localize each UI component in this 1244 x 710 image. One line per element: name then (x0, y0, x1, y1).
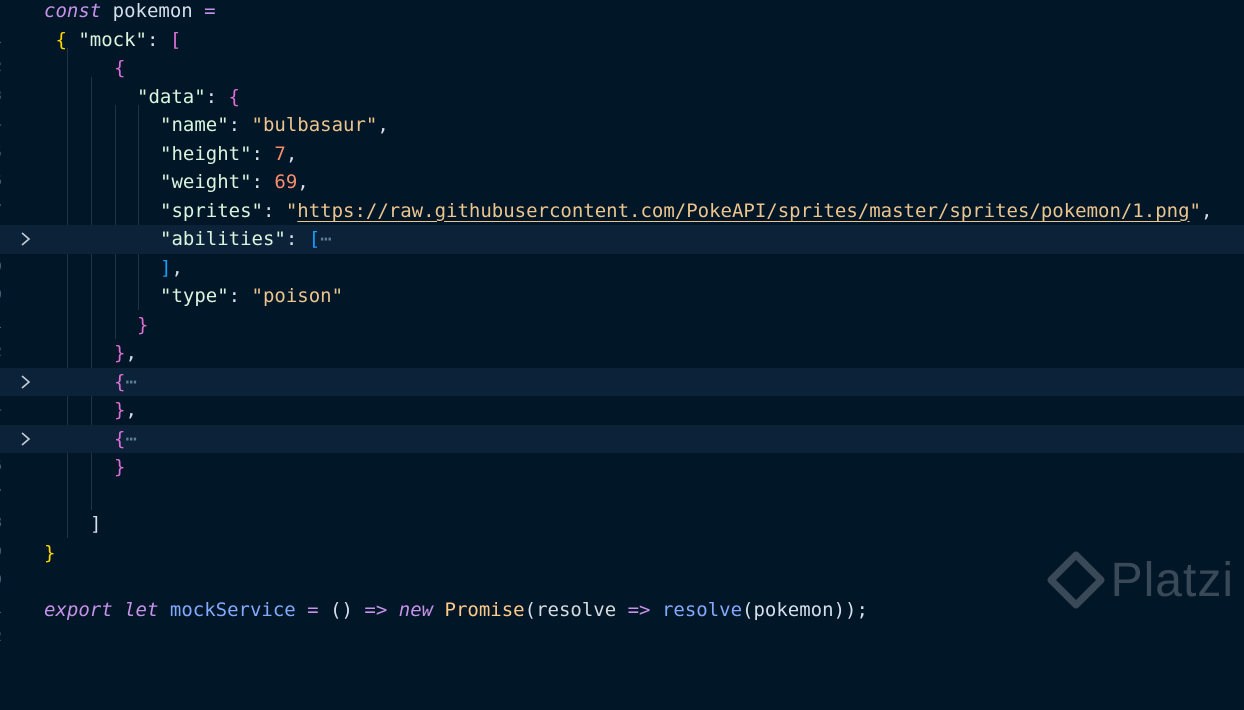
punctuation: )); (833, 598, 868, 621)
code-line[interactable]: 6 "height": 7, (0, 140, 1244, 190)
code-line-folded[interactable]: 6 {⋯ (0, 424, 1244, 474)
punctuation: , (377, 114, 389, 136)
punctuation: : (146, 28, 170, 51)
punctuation: , (297, 171, 309, 193)
keyword-const: const (44, 0, 102, 22)
code-line[interactable]: 3 }, (0, 339, 1244, 389)
number-value: 7 (274, 142, 286, 165)
operator: = (307, 598, 319, 621)
punctuation: , (125, 399, 137, 421)
code-line[interactable]: 8 (0, 482, 1244, 531)
punctuation: : (251, 171, 275, 193)
punctuation: : (228, 285, 252, 307)
string-quote: " (285, 199, 298, 222)
code-line[interactable]: 4 "data": { (0, 83, 1244, 133)
brace: } (137, 313, 149, 336)
chevron-right-icon[interactable] (16, 230, 34, 248)
punctuation: , (1201, 199, 1213, 222)
parens: () (330, 598, 353, 621)
code-line[interactable]: 3 { (0, 54, 1244, 104)
arrow-operator: => (627, 598, 651, 621)
line-number: 2 (0, 624, 6, 653)
json-key: "name" (160, 114, 229, 136)
punctuation: : (285, 228, 309, 250)
code-line[interactable]: 2 { "mock": [ (0, 26, 1244, 76)
platzi-logo-icon (1047, 551, 1105, 609)
brace: } (44, 541, 56, 564)
punctuation: : (251, 142, 275, 165)
variable-name: mockService (169, 598, 296, 621)
number-value: 69 (274, 171, 298, 193)
keyword-export: export (44, 598, 113, 621)
chevron-right-icon[interactable] (16, 373, 34, 391)
folded-ellipsis[interactable]: ⋯ (320, 228, 331, 250)
class-name: Promise (444, 598, 525, 621)
code-line[interactable]: 5 }, (0, 396, 1244, 446)
code-line[interactable]: 1 const pokemon = (0, 0, 1244, 47)
punctuation: ( (742, 598, 754, 621)
json-key: "weight" (160, 171, 252, 193)
punctuation: : (262, 199, 286, 222)
brace: { (228, 85, 240, 108)
keyword-new: new (398, 598, 434, 621)
json-key: "type" (160, 285, 229, 307)
string-value: "poison" (251, 285, 344, 307)
bracket: [ (308, 228, 321, 250)
bracket: ] (90, 513, 102, 535)
brace: { (44, 28, 67, 51)
chevron-right-icon[interactable] (16, 430, 34, 448)
punctuation: ( (524, 598, 537, 621)
code-line[interactable]: 7 "weight": 69, (0, 168, 1244, 218)
parameter: resolve (536, 598, 617, 621)
code-line[interactable]: 1 "type": "poison" (0, 282, 1244, 332)
code-line[interactable]: 8 "sprites": "https://raw.githubusercont… (0, 197, 1244, 247)
operator: = (204, 0, 216, 22)
url-link[interactable]: https://raw.githubusercontent.com/PokeAP… (297, 200, 1189, 222)
bracket: ] (160, 256, 172, 279)
punctuation: , (171, 256, 183, 279)
code-line[interactable]: 9 ] (0, 510, 1244, 560)
brace: { (114, 57, 126, 79)
code-editor[interactable]: 1 const pokemon = 2 { "mock": [ 3 { 4 "d… (0, 0, 1244, 645)
code-line[interactable]: 2 } (0, 311, 1244, 361)
code-line[interactable]: 0 ], (0, 254, 1244, 304)
json-key: "abilities" (160, 228, 286, 250)
brace: } (114, 399, 126, 421)
punctuation: , (125, 342, 137, 364)
argument: pokemon (753, 598, 834, 621)
json-key: "sprites" (160, 199, 263, 222)
keyword-let: let (124, 598, 159, 621)
variable-name: pokemon (101, 0, 205, 22)
brace: } (114, 342, 126, 364)
punctuation: : (205, 85, 229, 108)
brace: { (114, 427, 126, 450)
function-call: resolve (661, 598, 743, 621)
folded-ellipsis[interactable]: ⋯ (125, 371, 136, 393)
brace: { (114, 370, 126, 393)
arrow-operator: => (364, 598, 388, 621)
code-line-folded[interactable]: 4 {⋯ (0, 367, 1244, 417)
platzi-watermark: Platzi (1047, 551, 1234, 609)
json-key: "height" (160, 142, 252, 165)
punctuation: , (285, 142, 298, 165)
json-key: "mock" (78, 28, 147, 51)
json-key: "data" (137, 85, 206, 108)
string-value: "bulbasaur" (251, 114, 378, 136)
code-line-folded[interactable]: 9 "abilities": [⋯ (0, 225, 1244, 275)
folded-ellipsis[interactable]: ⋯ (125, 428, 136, 450)
string-quote: " (1189, 199, 1201, 222)
bracket: [ (169, 28, 182, 51)
punctuation: : (228, 114, 252, 136)
code-line[interactable]: 7 } (0, 453, 1244, 503)
watermark-text: Platzi (1110, 553, 1234, 607)
brace: } (114, 456, 126, 478)
code-line[interactable]: 5 "name": "bulbasaur", (0, 111, 1244, 161)
